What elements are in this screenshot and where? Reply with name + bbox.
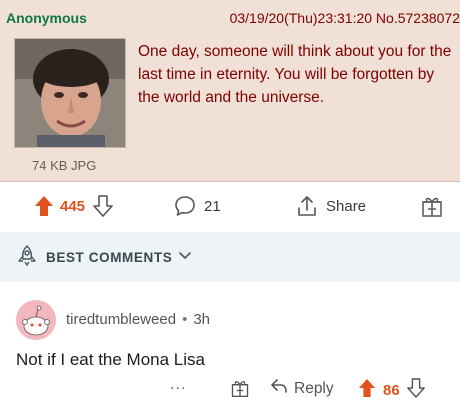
comment-action-bar: ... Reply 86 [0, 376, 460, 402]
file-info: 74 KB JPG [32, 158, 97, 173]
award-gift-icon[interactable] [230, 378, 250, 403]
reply-label: Reply [294, 379, 334, 397]
downvote-arrow-icon[interactable] [93, 195, 113, 217]
chevron-down-icon [178, 248, 192, 266]
upvote-count: 445 [60, 197, 86, 215]
face-photo-icon [15, 39, 125, 147]
comment-username[interactable]: tiredtumbleweed [66, 311, 176, 328]
comments-button[interactable]: 21 [174, 194, 221, 218]
more-options-button[interactable]: ... [170, 376, 186, 394]
post-image-thumbnail[interactable] [14, 38, 126, 148]
comment-count: 21 [204, 197, 221, 215]
comment-author-line: tiredtumbleweed • 3h [66, 311, 210, 328]
comment-body: Not if I eat the Mona Lisa [16, 350, 205, 369]
share-label: Share [326, 197, 367, 215]
upvote-arrow-icon[interactable] [358, 378, 376, 403]
vote-control: 445 [34, 194, 113, 218]
post-meta: 03/19/20(Thu)23:31:20 No.57238072 [229, 10, 460, 26]
post-text: One day, someone will think about you fo… [138, 43, 452, 106]
downvote-arrow-icon[interactable] [406, 378, 425, 403]
award-button[interactable] [420, 194, 444, 218]
share-icon [296, 195, 318, 217]
best-comments-sort-bar[interactable]: BEST COMMENTS [0, 232, 460, 282]
comment-vote-count: 86 [383, 382, 400, 399]
post-action-bar: 445 21 Share [0, 182, 460, 230]
comment-vote-control: 86 [358, 378, 425, 403]
best-comments-label: BEST COMMENTS [46, 249, 173, 265]
reply-button[interactable]: Reply [270, 378, 334, 399]
meta-separator: • [182, 311, 188, 328]
rocket-icon [16, 244, 38, 271]
comment-age: 3h [193, 311, 211, 328]
snoo-avatar-icon[interactable] [16, 300, 56, 340]
comment-bubble-icon [174, 195, 196, 217]
poster-name: Anonymous [6, 10, 87, 26]
comment: tiredtumbleweed • 3h Not if I eat the Mona… [0, 282, 460, 403]
post-header: Anonymous 03/19/20(Thu)23:31:20 No.57238… [0, 0, 460, 36]
share-button[interactable]: Share [296, 194, 366, 218]
reply-icon [270, 378, 288, 399]
award-gift-icon [420, 194, 444, 218]
greentext-post-card: Anonymous 03/19/20(Thu)23:31:20 No.57238… [0, 0, 460, 182]
upvote-arrow-icon[interactable] [34, 195, 54, 217]
